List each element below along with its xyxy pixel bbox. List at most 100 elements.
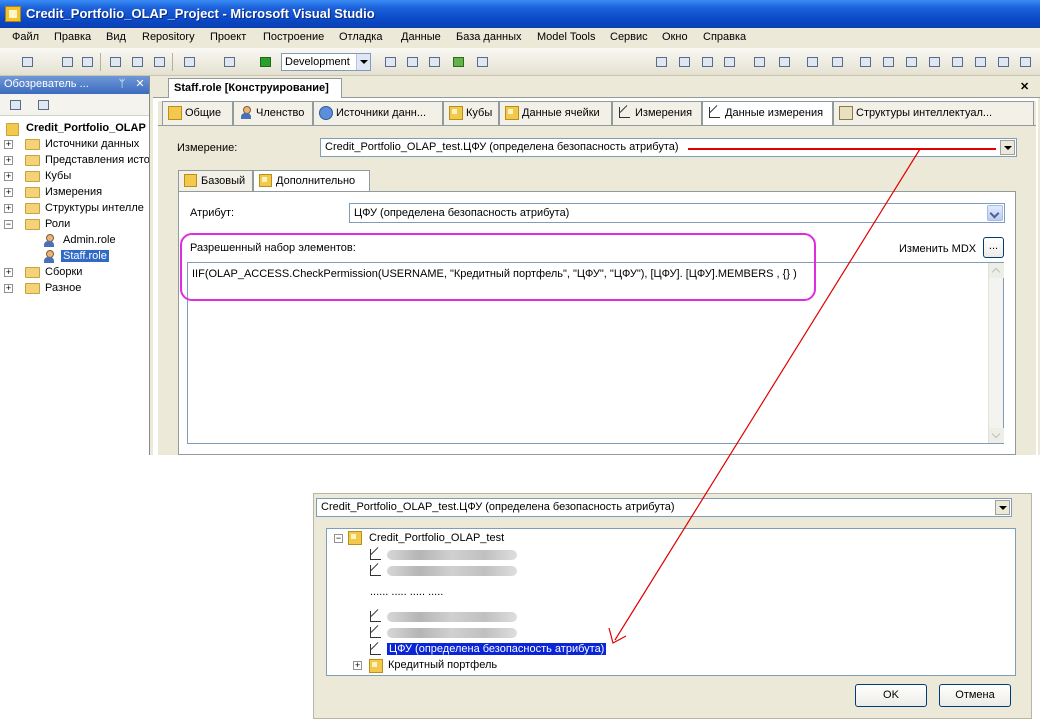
scroll-down-icon[interactable]: [989, 428, 1004, 443]
outdent-icon[interactable]: [775, 53, 793, 70]
dlg-attribute-row[interactable]: [369, 625, 529, 641]
close-icon[interactable]: ✕: [134, 78, 146, 90]
shape-icon[interactable]: [948, 53, 966, 70]
dlg-attribute-row[interactable]: [369, 563, 529, 579]
save-icon[interactable]: [58, 53, 76, 70]
attribute-select[interactable]: ЦФУ (определена безопасность атрибута): [349, 203, 1005, 223]
tab-data-sources[interactable]: Источники данн...: [313, 101, 443, 125]
expand-icon[interactable]: +: [4, 156, 13, 165]
new-project-icon[interactable]: [18, 53, 36, 70]
menu-view[interactable]: Вид: [106, 31, 126, 43]
solution-configuration-select[interactable]: Development: [281, 53, 371, 71]
redo-icon[interactable]: [220, 53, 238, 70]
properties-icon[interactable]: [403, 53, 421, 70]
mdx-scrollbar[interactable]: [988, 263, 1004, 443]
undo-icon[interactable]: [180, 53, 198, 70]
menu-window[interactable]: Окно: [662, 31, 688, 43]
cancel-button[interactable]: Отмена: [939, 684, 1011, 707]
expand-icon[interactable]: +: [4, 188, 13, 197]
command-window-icon[interactable]: [473, 53, 491, 70]
pointer-icon[interactable]: [698, 53, 716, 70]
tab-dimension-data[interactable]: Данные измерения: [702, 101, 833, 126]
menu-project[interactable]: Проект: [210, 31, 246, 43]
tree-item-cubes[interactable]: + Кубы: [4, 169, 149, 185]
menu-debug[interactable]: Отладка: [339, 31, 382, 43]
expand-icon[interactable]: +: [4, 268, 13, 277]
subtab-basic[interactable]: Базовый: [178, 170, 253, 191]
shape-icon[interactable]: [925, 53, 943, 70]
scroll-up-icon[interactable]: [989, 263, 1004, 278]
tab-dimensions[interactable]: Измерения: [612, 101, 702, 125]
tab-membership[interactable]: Членство: [233, 101, 313, 125]
dialog-dimension-select[interactable]: Credit_Portfolio_OLAP_test.ЦФУ (определе…: [316, 498, 1012, 517]
tab-cubes[interactable]: Кубы: [443, 101, 499, 125]
save-all-icon[interactable]: [78, 53, 96, 70]
expand-icon[interactable]: +: [4, 204, 13, 213]
edit-mdx-button[interactable]: ...: [983, 237, 1004, 258]
menu-tools[interactable]: Сервис: [610, 31, 648, 43]
show-all-files-icon[interactable]: [34, 96, 52, 113]
shape-icon[interactable]: [1016, 53, 1034, 70]
comment-icon[interactable]: [803, 53, 821, 70]
expand-icon[interactable]: +: [4, 172, 13, 181]
menu-repository[interactable]: Repository: [142, 31, 195, 43]
layout-icon[interactable]: [675, 53, 693, 70]
menu-file[interactable]: Файл: [12, 31, 39, 43]
shape-icon[interactable]: [879, 53, 897, 70]
dimension-select[interactable]: Credit_Portfolio_OLAP_test.ЦФУ (определе…: [320, 138, 1017, 157]
tree-project-node[interactable]: Credit_Portfolio_OLAP: [6, 121, 149, 137]
tree-item-staff-role[interactable]: Staff.role: [42, 249, 149, 265]
tree-item-miscellaneous[interactable]: + Разное: [4, 281, 149, 297]
export-icon[interactable]: [449, 53, 467, 70]
shape-icon[interactable]: [994, 53, 1012, 70]
chevron-down-icon[interactable]: [995, 500, 1010, 515]
tree-item-data-sources[interactable]: + Источники данных: [4, 137, 149, 153]
dlg-attribute-row[interactable]: [369, 609, 529, 625]
shape-icon[interactable]: [971, 53, 989, 70]
menu-help[interactable]: Справка: [703, 31, 746, 43]
find-icon[interactable]: [381, 53, 399, 70]
shape-icon[interactable]: [902, 53, 920, 70]
chevron-down-icon[interactable]: [1000, 140, 1015, 155]
dlg-cube-row[interactable]: + Кредитный портфель: [353, 658, 553, 674]
dlg-attribute-row[interactable]: [369, 547, 529, 563]
document-tab-staff-role[interactable]: Staff.role [Конструирование]: [168, 78, 342, 98]
tree-item-mining-structures[interactable]: + Структуры интелле: [4, 201, 149, 217]
properties-icon[interactable]: [6, 96, 24, 113]
copy-icon[interactable]: [128, 53, 146, 70]
close-document-icon[interactable]: ✕: [1020, 80, 1029, 93]
menu-model-tools[interactable]: Model Tools: [537, 31, 596, 43]
tree-item-admin-role[interactable]: Admin.role: [42, 233, 149, 249]
menu-data[interactable]: Данные: [401, 31, 441, 43]
ok-button[interactable]: OK: [855, 684, 927, 707]
tab-cell-data[interactable]: Данные ячейки: [499, 101, 612, 125]
cut-icon[interactable]: [106, 53, 124, 70]
start-debug-icon[interactable]: [256, 53, 274, 70]
paste-icon[interactable]: [150, 53, 168, 70]
shape-icon[interactable]: [856, 53, 874, 70]
text-size-icon[interactable]: [720, 53, 738, 70]
tab-general[interactable]: Общие: [162, 101, 233, 125]
tab-mining-structures[interactable]: Структуры интеллектуал...: [833, 101, 1034, 125]
dlg-root-node[interactable]: − Credit_Portfolio_OLAP_test: [334, 531, 634, 547]
menu-database[interactable]: База данных: [456, 31, 522, 43]
expand-icon[interactable]: +: [4, 140, 13, 149]
subtab-advanced[interactable]: Дополнительно: [253, 170, 370, 192]
chevron-down-icon[interactable]: [356, 54, 370, 70]
chevron-down-icon[interactable]: [987, 205, 1003, 221]
tree-item-assemblies[interactable]: + Сборки: [4, 265, 149, 281]
menu-build[interactable]: Построение: [263, 31, 324, 43]
indent-icon[interactable]: [750, 53, 768, 70]
collapse-icon[interactable]: −: [4, 220, 13, 229]
expand-icon[interactable]: +: [4, 284, 13, 293]
layout-icon[interactable]: [652, 53, 670, 70]
pin-icon[interactable]: ᛘ: [116, 78, 128, 90]
dlg-selected-attribute-row[interactable]: ЦФУ (определена безопасность атрибута): [369, 642, 629, 658]
tree-item-dimensions[interactable]: + Измерения: [4, 185, 149, 201]
expand-icon[interactable]: +: [353, 661, 362, 670]
toolbox-icon[interactable]: [425, 53, 443, 70]
uncomment-icon[interactable]: [828, 53, 846, 70]
tree-item-roles[interactable]: − Роли: [4, 217, 149, 233]
menu-edit[interactable]: Правка: [54, 31, 91, 43]
tree-item-data-source-views[interactable]: + Представления исто: [4, 153, 149, 169]
